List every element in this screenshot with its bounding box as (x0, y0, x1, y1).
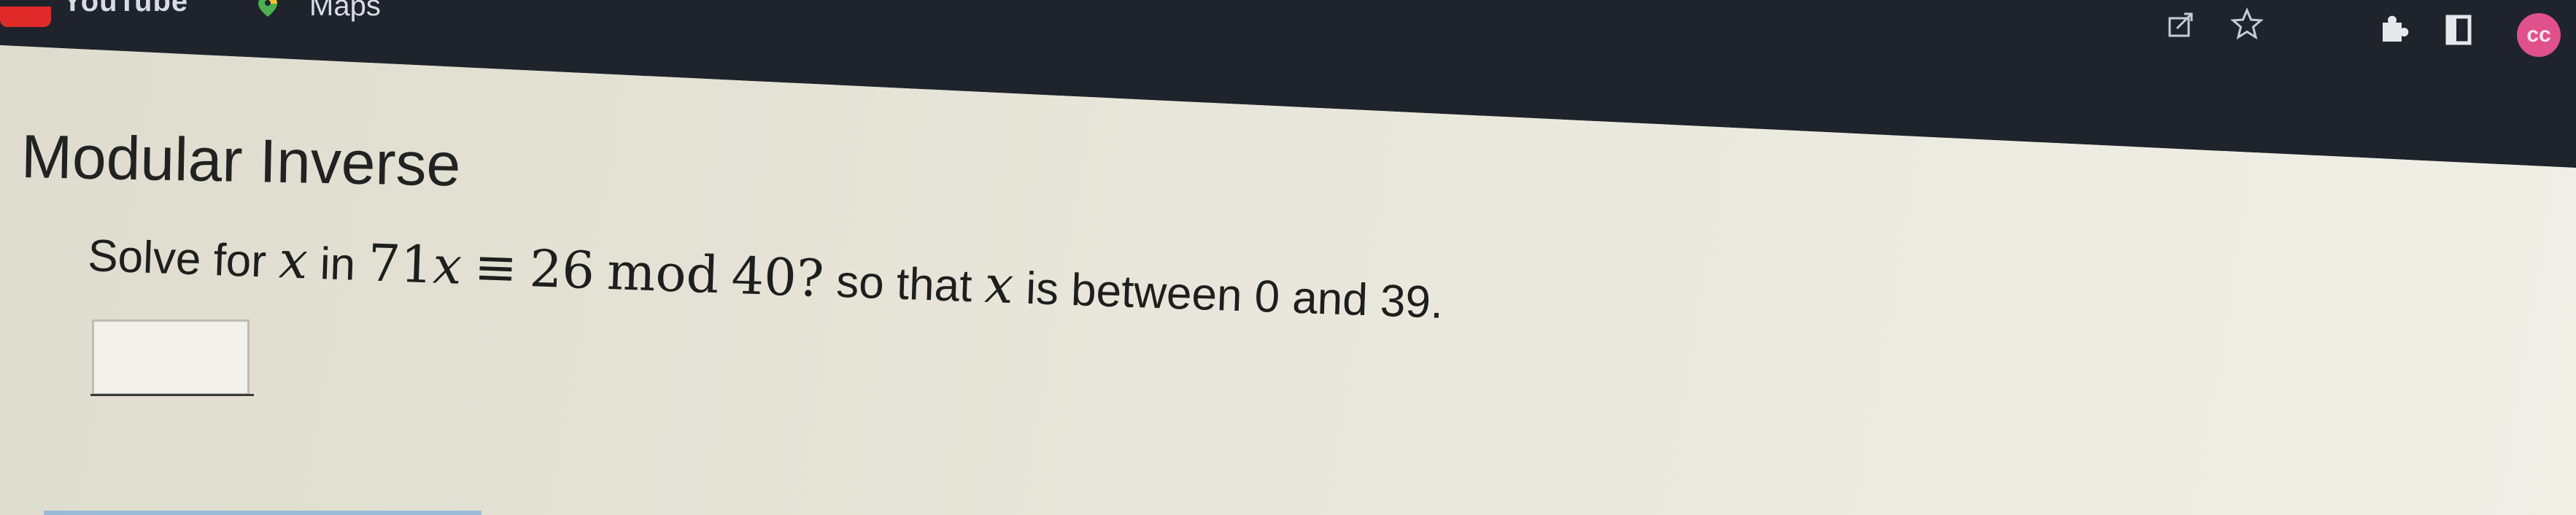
answer-underline (90, 394, 254, 396)
math-variable-x-2: x (983, 254, 1015, 316)
share-icon[interactable] (2163, 6, 2200, 42)
profile-avatar[interactable]: cc (2517, 13, 2561, 57)
prompt-in: in (319, 239, 357, 290)
bookmark-youtube[interactable]: YouTube (0, 0, 188, 33)
maps-pin-icon (255, 0, 280, 26)
prompt-prefix: Solve for (87, 230, 268, 287)
extensions-icon[interactable] (2375, 10, 2411, 47)
answer-input[interactable] (92, 320, 250, 395)
browser-toolbar-icons: cc (2148, 0, 2576, 58)
equation-variable: x (432, 235, 463, 296)
mod-operator: mod (606, 241, 720, 306)
page-title: Modular Inverse (20, 121, 462, 199)
bookmark-maps-label: Maps (309, 0, 381, 22)
bookmark-maps[interactable]: Maps (255, 0, 381, 33)
youtube-icon (0, 6, 51, 27)
equation-rhs: 26 (528, 239, 596, 301)
congruence-symbol: ≡ (473, 236, 519, 298)
footer-accent-bar (44, 511, 481, 515)
math-variable-x: x (277, 230, 309, 291)
bookmark-youtube-label: YouTube (63, 0, 189, 18)
modulus-value: 40? (730, 245, 825, 309)
star-icon[interactable] (2229, 6, 2265, 42)
sidebar-icon[interactable] (2440, 12, 2477, 48)
prompt-middle: so that (835, 256, 973, 312)
equation-coefficient: 71 (367, 233, 434, 295)
